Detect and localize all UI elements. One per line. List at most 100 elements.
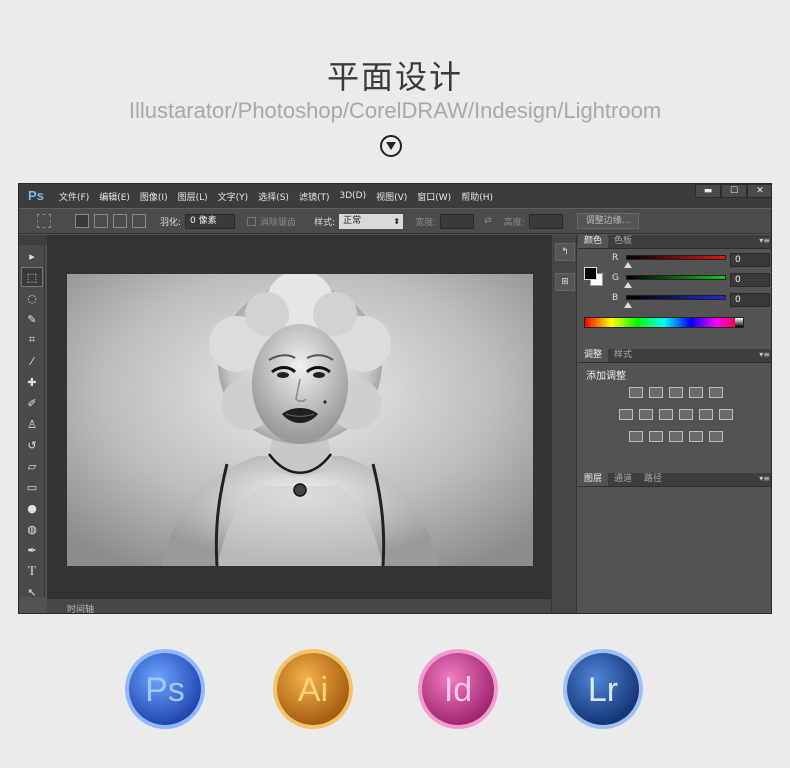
menu-layer[interactable]: 图层(L) <box>178 190 208 203</box>
maximize-button[interactable]: ☐ <box>721 184 747 198</box>
foreground-color-swatch[interactable] <box>584 267 597 280</box>
path-select-tool-icon[interactable]: ↖ <box>21 582 43 602</box>
blue-value-input[interactable]: 0 <box>730 293 770 307</box>
selective-color-icon[interactable] <box>688 431 703 442</box>
threshold-icon[interactable] <box>668 431 683 442</box>
marquee-tool-icon[interactable]: ⬚ <box>21 267 43 287</box>
antialias-checkbox[interactable] <box>247 216 257 226</box>
menu-select[interactable]: 选择(S) <box>258 190 289 203</box>
lightroom-app-icon[interactable]: Lr <box>563 649 643 729</box>
menu-view[interactable]: 视图(V) <box>376 190 407 203</box>
width-input[interactable] <box>440 213 475 229</box>
feather-input[interactable]: 0 像素 <box>185 213 236 229</box>
scroll-down-button[interactable] <box>380 135 402 157</box>
blue-slider[interactable]: B 0 <box>612 293 771 313</box>
black-white-icon[interactable] <box>658 409 673 420</box>
height-label: 高度: <box>503 217 525 228</box>
tab-color[interactable]: 颜色 <box>578 235 609 248</box>
red-slider[interactable]: R 0 <box>612 253 771 273</box>
color-spectrum-bar[interactable] <box>584 317 744 328</box>
invert-icon[interactable] <box>628 431 643 442</box>
tab-paths[interactable]: 路径 <box>638 473 668 486</box>
red-track[interactable] <box>626 255 726 260</box>
refine-edge-button[interactable]: 调整边缘... <box>576 213 640 229</box>
gradient-map-icon[interactable] <box>708 431 723 442</box>
exposure-icon[interactable] <box>688 387 703 398</box>
tab-styles[interactable]: 样式 <box>608 349 638 362</box>
color-balance-icon[interactable] <box>638 409 653 420</box>
crop-tool-icon[interactable]: ⌗ <box>21 330 43 350</box>
adjustment-row-1 <box>578 387 771 398</box>
green-slider-knob[interactable] <box>624 282 632 288</box>
properties-panel-icon[interactable]: ⊞ <box>555 273 575 291</box>
timeline-panel[interactable]: 时间轴 <box>47 598 567 614</box>
page-title: 平面设计 <box>326 58 463 96</box>
menu-edit[interactable]: 编辑(E) <box>99 190 130 203</box>
hue-saturation-icon[interactable] <box>618 409 633 420</box>
quick-select-tool-icon[interactable]: ✎ <box>21 309 43 329</box>
height-input[interactable] <box>528 213 563 229</box>
triangle-down-icon <box>386 142 396 150</box>
move-tool-icon[interactable]: ▸ <box>21 246 43 266</box>
tab-layers[interactable]: 图层 <box>578 473 609 486</box>
curves-icon[interactable] <box>668 387 683 398</box>
pen-tool-icon[interactable]: ✒ <box>21 540 43 560</box>
swap-icon[interactable]: ⇄ <box>484 216 492 226</box>
close-button[interactable]: ✕ <box>747 184 771 198</box>
add-selection-icon[interactable] <box>94 214 108 228</box>
lasso-tool-icon[interactable]: ◌ <box>21 288 43 308</box>
blue-track[interactable] <box>626 295 726 300</box>
brightness-icon[interactable] <box>628 387 643 398</box>
eraser-tool-icon[interactable]: ▱ <box>21 456 43 476</box>
menu-filter[interactable]: 滤镜(T) <box>299 190 330 203</box>
menu-help[interactable]: 帮助(H) <box>461 190 493 203</box>
stamp-tool-icon[interactable]: ♙ <box>21 414 43 434</box>
healing-brush-tool-icon[interactable]: ✚ <box>21 372 43 392</box>
menu-3d[interactable]: 3D(D) <box>339 191 366 201</box>
style-select[interactable]: 正常 <box>339 213 404 229</box>
photoshop-app-icon[interactable]: Ps <box>125 649 205 729</box>
eyedropper-tool-icon[interactable]: ⁄ <box>21 351 43 371</box>
blue-slider-knob[interactable] <box>624 302 632 308</box>
panel-menu-icon[interactable]: ▾≡ <box>759 350 770 359</box>
channel-mixer-icon[interactable] <box>698 409 713 420</box>
color-panel-tabs: 颜色 色板 ▾≡ <box>578 235 771 249</box>
indesign-app-icon[interactable]: Id <box>418 649 498 729</box>
green-slider[interactable]: G 0 <box>612 273 771 293</box>
gradient-tool-icon[interactable]: ▭ <box>21 477 43 497</box>
red-slider-knob[interactable] <box>624 262 632 268</box>
panel-menu-icon[interactable]: ▾≡ <box>759 236 770 245</box>
illustrator-app-icon[interactable]: Ai <box>273 649 353 729</box>
dodge-tool-icon[interactable]: ◍ <box>21 519 43 539</box>
brush-tool-icon[interactable]: ✐ <box>21 393 43 413</box>
menu-type[interactable]: 文字(Y) <box>218 190 249 203</box>
subtract-selection-icon[interactable] <box>113 214 127 228</box>
intersect-selection-icon[interactable] <box>132 214 146 228</box>
history-brush-tool-icon[interactable]: ↺ <box>21 435 43 455</box>
tab-channels[interactable]: 通道 <box>608 473 638 486</box>
green-value-input[interactable]: 0 <box>730 273 770 287</box>
photo-filter-icon[interactable] <box>678 409 693 420</box>
blur-tool-icon[interactable]: ● <box>21 498 43 518</box>
history-panel-icon[interactable]: ↰ <box>555 243 575 261</box>
vibrance-icon[interactable] <box>708 387 723 398</box>
posterize-icon[interactable] <box>648 431 663 442</box>
color-lookup-icon[interactable] <box>718 409 733 420</box>
menu-window[interactable]: 窗口(W) <box>417 190 451 203</box>
marquee-preset-icon[interactable] <box>37 214 51 228</box>
menu-image[interactable]: 图像(I) <box>140 190 168 203</box>
style-label: 样式: <box>314 217 336 228</box>
levels-icon[interactable] <box>648 387 663 398</box>
type-tool-icon[interactable]: T <box>21 561 43 581</box>
panel-menu-icon[interactable]: ▾≡ <box>759 474 770 483</box>
timeline-label: 时间轴 <box>67 605 95 614</box>
green-track[interactable] <box>626 275 726 280</box>
red-value-input[interactable]: 0 <box>730 253 770 267</box>
tab-adjustments[interactable]: 调整 <box>578 349 609 362</box>
minimize-button[interactable]: ▬ <box>695 184 721 198</box>
tab-swatches[interactable]: 色板 <box>608 235 638 248</box>
new-selection-icon[interactable] <box>75 214 89 228</box>
menu-file[interactable]: 文件(F) <box>59 190 89 203</box>
panel-dock: ↰ ⊞ <box>551 235 577 613</box>
adjustment-row-3 <box>578 431 771 442</box>
